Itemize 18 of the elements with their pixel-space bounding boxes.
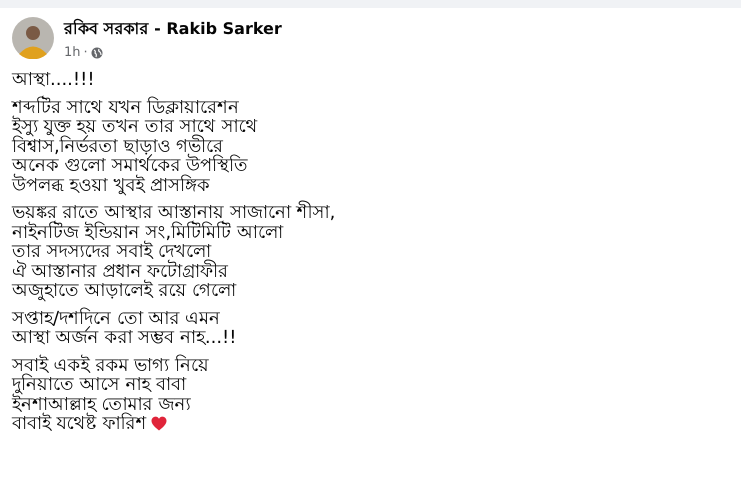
- post-text-line: বাবাই যথেষ্ট ফারিশ: [12, 414, 146, 434]
- heart-icon: [151, 416, 168, 432]
- post-text-line: ইনশাআল্লাহ তোমার জন্য: [12, 394, 190, 414]
- post-text-line: উপলব্ধ হওয়া খুবই প্রাসঙ্গিক: [12, 176, 210, 195]
- post-text-line: সবাই একই রকম ভাগ্য নিয়ে: [12, 356, 209, 375]
- post-text-line: ঐ আস্তানার প্রধান ফটোগ্রাফীর: [12, 262, 228, 281]
- post-text-line: অজুহাতে আড়ালেই রয়ে গেলো: [12, 281, 236, 300]
- post-text-line: শব্দটির সাথে যখন ডিক্লায়ারেশন: [12, 98, 240, 117]
- author-name[interactable]: রকিব সরকার - Rakib Sarker: [64, 16, 282, 43]
- avatar-silhouette[interactable]: [12, 17, 54, 59]
- post-text-line: দুনিয়াতে আসে নাহ বাবা: [12, 375, 186, 394]
- post-text-line: আস্থা অর্জন করা সম্ভব নাহ...!!: [12, 328, 236, 348]
- globe-icon[interactable]: [90, 46, 103, 58]
- separator-dot: ·: [84, 45, 88, 60]
- post-time[interactable]: 1h: [64, 45, 81, 60]
- post-text-line: নাইনটিজ ইন্ডিয়ান সং,মিটিমিটি আলো: [12, 222, 283, 242]
- post-text-line: অনেক গুলো সমার্থকের উপস্থিতি: [12, 156, 248, 176]
- post-text-line: আস্থা....!!!: [12, 70, 95, 90]
